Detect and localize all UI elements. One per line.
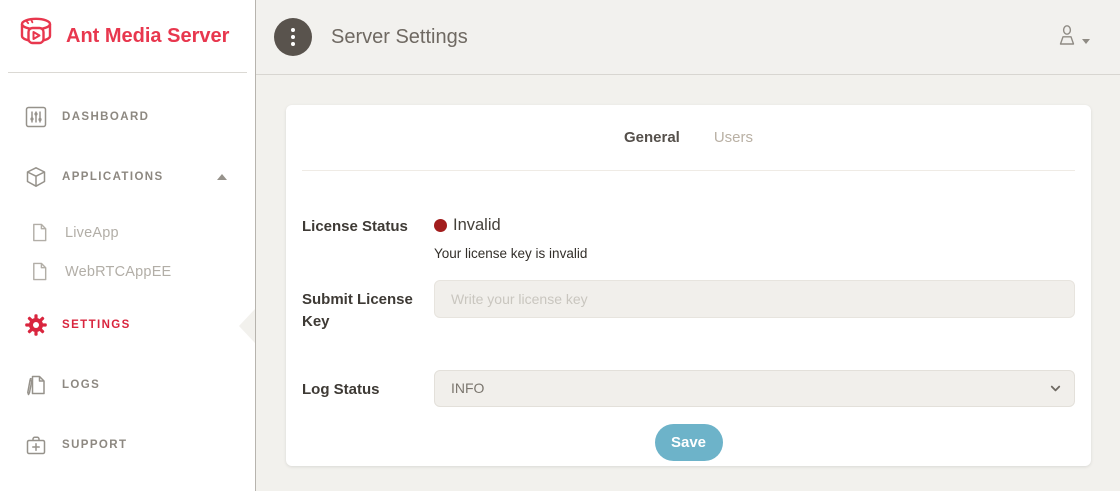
ant-media-logo-icon	[16, 15, 56, 57]
user-menu[interactable]	[1056, 23, 1090, 52]
file-icon	[27, 260, 51, 284]
top-header: Server Settings	[256, 0, 1120, 75]
sidebar-item-label: SETTINGS	[62, 319, 131, 331]
log-level-select[interactable]: INFO	[434, 370, 1075, 407]
brand-name: Ant Media Server	[66, 25, 229, 48]
save-row: Save	[302, 424, 1075, 461]
license-key-input[interactable]	[434, 280, 1075, 318]
page-title: Server Settings	[331, 26, 468, 49]
sidebar-item-webrtcappee[interactable]: WebRTCAppEE	[0, 252, 255, 291]
settings-form: License Status Invalid Your license key …	[286, 171, 1091, 461]
collapse-caret-icon[interactable]	[217, 174, 227, 180]
sidebar: Ant Media Server DASHBOARD	[0, 0, 256, 491]
license-status-row: License Status Invalid Your license key …	[302, 216, 1075, 261]
logs-icon	[24, 373, 48, 397]
settings-card: General Users License Status Invalid You…	[286, 105, 1091, 466]
license-key-row: Submit License Key	[302, 280, 1075, 333]
sidebar-nav: DASHBOARD APPLICATIONS LiveApp	[0, 73, 255, 465]
active-item-notch	[239, 309, 255, 343]
tab-users[interactable]: Users	[714, 129, 753, 146]
content-column: Server Settings General Users License St…	[256, 0, 1120, 491]
tab-general[interactable]: General	[624, 129, 680, 146]
gear-icon	[24, 313, 48, 337]
applications-box-icon	[24, 165, 48, 189]
license-status-value: Invalid Your license key is invalid	[434, 216, 1075, 261]
save-button[interactable]: Save	[655, 424, 723, 461]
status-dot-icon	[434, 219, 447, 232]
log-status-row: Log Status INFO	[302, 370, 1075, 407]
sidebar-item-label: SUPPORT	[62, 439, 127, 451]
support-firstaid-icon	[24, 433, 48, 457]
license-status-text: Invalid	[453, 216, 501, 235]
user-icon	[1056, 23, 1078, 52]
sidebar-item-applications[interactable]: APPLICATIONS	[0, 157, 255, 197]
sidebar-item-label: DASHBOARD	[62, 111, 149, 123]
sidebar-item-label: LiveApp	[65, 225, 119, 241]
log-status-label: Log Status	[302, 370, 434, 401]
tab-bar: General Users	[286, 105, 1091, 170]
brand-logo[interactable]: Ant Media Server	[0, 0, 255, 72]
sidebar-item-dashboard[interactable]: DASHBOARD	[0, 97, 255, 137]
sidebar-item-label: WebRTCAppEE	[65, 264, 171, 280]
sidebar-item-label: APPLICATIONS	[62, 171, 164, 183]
sidebar-item-support[interactable]: SUPPORT	[0, 425, 255, 465]
sidebar-item-settings[interactable]: SETTINGS	[0, 305, 255, 345]
sidebar-item-logs[interactable]: LOGS	[0, 365, 255, 405]
sidebar-item-liveapp[interactable]: LiveApp	[0, 213, 255, 252]
license-key-label: Submit License Key	[302, 280, 434, 333]
dashboard-sliders-icon	[24, 105, 48, 129]
license-status-description: Your license key is invalid	[434, 246, 1075, 261]
main-area: General Users License Status Invalid You…	[256, 75, 1120, 491]
file-icon	[27, 221, 51, 245]
kebab-menu-icon[interactable]	[274, 18, 312, 56]
user-caret-icon	[1082, 39, 1090, 44]
license-status-label: License Status	[302, 216, 434, 238]
sidebar-item-label: LOGS	[62, 379, 100, 391]
